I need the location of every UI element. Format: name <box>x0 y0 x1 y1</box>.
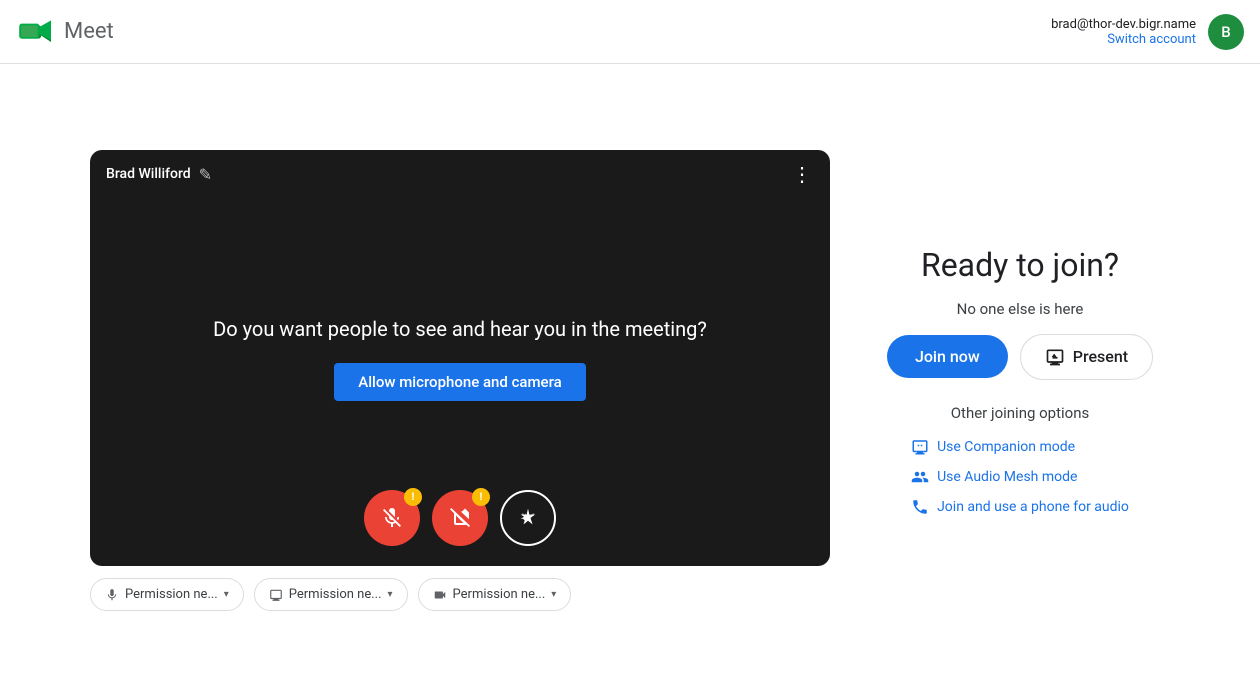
video-section: Brad Williford ✎ ⋮ Do you want people to… <box>90 150 830 611</box>
mic-permission-icon <box>105 588 119 602</box>
screen-permission-dropdown[interactable]: Permission ne... ▾ <box>254 578 408 611</box>
video-preview: Brad Williford ✎ ⋮ Do you want people to… <box>90 150 830 566</box>
more-options-icon[interactable]: ⋮ <box>792 162 814 186</box>
camera-warning-badge: ! <box>472 488 490 506</box>
user-email: brad@thor-dev.bigr.name <box>1051 17 1196 32</box>
other-options-title: Other joining options <box>951 404 1090 422</box>
present-label: Present <box>1073 347 1128 366</box>
join-section: Ready to join? No one else is here Join … <box>870 246 1170 516</box>
switch-account-link[interactable]: Switch account <box>1051 32 1196 47</box>
video-controls: ! ! ✦ <box>90 490 830 546</box>
present-icon <box>1045 347 1065 367</box>
join-buttons: Join now Present <box>887 334 1153 380</box>
no-one-here-text: No one else is here <box>957 300 1084 318</box>
user-info: brad@thor-dev.bigr.name Switch account <box>1051 17 1196 47</box>
sparkle-icon: ✦ <box>517 507 539 529</box>
ready-title: Ready to join? <box>921 246 1119 284</box>
join-now-button[interactable]: Join now <box>887 335 1008 378</box>
meet-logo-icon <box>16 12 56 52</box>
mic-warning-badge: ! <box>404 488 422 506</box>
user-account-area: brad@thor-dev.bigr.name Switch account B <box>1051 14 1244 50</box>
mic-permission-dropdown[interactable]: Permission ne... ▾ <box>90 578 244 611</box>
app-name: Meet <box>64 19 114 44</box>
camera-permission-label: Permission ne... <box>453 587 546 602</box>
logo-area: Meet <box>16 12 114 52</box>
svg-text:✦: ✦ <box>520 512 532 528</box>
mic-toggle-button[interactable]: ! <box>364 490 420 546</box>
allow-camera-button[interactable]: Allow microphone and camera <box>334 363 585 401</box>
phone-audio-link[interactable]: Join and use a phone for audio <box>911 498 1129 516</box>
options-list: Use Companion mode Use Audio Mesh mode J… <box>911 438 1129 516</box>
effects-button[interactable]: ✦ <box>500 490 556 546</box>
audio-mesh-link[interactable]: Use Audio Mesh mode <box>911 468 1077 486</box>
edit-name-icon[interactable]: ✎ <box>199 165 212 184</box>
camera-permission-chevron: ▾ <box>551 589 556 600</box>
camera-permission-dropdown[interactable]: Permission ne... ▾ <box>418 578 572 611</box>
camera-off-icon <box>448 506 472 530</box>
companion-mode-icon <box>911 438 929 456</box>
video-header: Brad Williford ✎ ⋮ <box>90 150 830 198</box>
camera-permission-icon <box>433 588 447 602</box>
phone-audio-label: Join and use a phone for audio <box>937 499 1129 515</box>
user-name-label: Brad Williford ✎ <box>106 165 212 184</box>
audio-mesh-label: Use Audio Mesh mode <box>937 469 1077 485</box>
mic-permission-chevron: ▾ <box>224 589 229 600</box>
mic-off-icon <box>380 506 404 530</box>
header: Meet brad@thor-dev.bigr.name Switch acco… <box>0 0 1260 64</box>
companion-mode-link[interactable]: Use Companion mode <box>911 438 1075 456</box>
present-button[interactable]: Present <box>1020 334 1153 380</box>
audio-mesh-icon <box>911 468 929 486</box>
phone-audio-icon <box>911 498 929 516</box>
screen-permission-chevron: ▾ <box>388 589 393 600</box>
companion-mode-label: Use Companion mode <box>937 439 1075 455</box>
mic-permission-label: Permission ne... <box>125 587 218 602</box>
preview-user-name: Brad Williford <box>106 166 191 182</box>
screen-permission-label: Permission ne... <box>289 587 382 602</box>
avatar[interactable]: B <box>1208 14 1244 50</box>
main-content: Brad Williford ✎ ⋮ Do you want people to… <box>0 64 1260 697</box>
camera-toggle-button[interactable]: ! <box>432 490 488 546</box>
permission-bar: Permission ne... ▾ Permission ne... ▾ Pe… <box>90 578 830 611</box>
screen-permission-icon <box>269 588 283 602</box>
camera-prompt: Do you want people to see and hear you i… <box>213 315 707 343</box>
